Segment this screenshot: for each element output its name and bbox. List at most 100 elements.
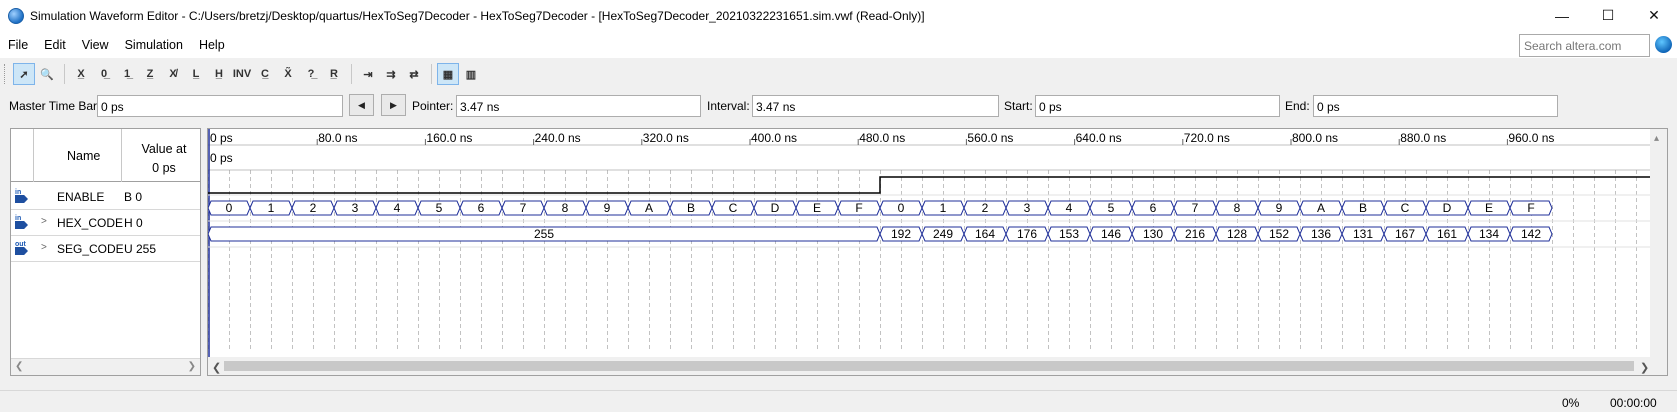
hex-code-value: 8: [1234, 201, 1241, 215]
previous-transition-button[interactable]: ◀: [349, 94, 374, 116]
signal-name[interactable]: HEX_CODE: [57, 216, 123, 230]
pointer-label: Pointer:: [412, 99, 454, 113]
toolbar-grip[interactable]: [4, 64, 7, 84]
value-column-header[interactable]: Value at 0 ps: [133, 140, 195, 178]
hex-code-value: C: [1401, 201, 1410, 215]
hex-code-value: F: [1527, 201, 1534, 215]
maximize-icon[interactable]: ☐: [1585, 0, 1631, 31]
signal-name[interactable]: ENABLE: [57, 190, 104, 204]
menu-file[interactable]: File: [0, 38, 36, 52]
ruler-tick-label: 480.0 ns: [859, 131, 905, 145]
globe-icon[interactable]: [1655, 36, 1672, 53]
force-unknown-icon[interactable]: X̲: [70, 63, 92, 85]
seg-code-value: 255: [534, 227, 554, 241]
arbitrary-value-icon[interactable]: ?̲: [300, 63, 322, 85]
name-column-header[interactable]: Name: [67, 149, 100, 163]
time-bar: Master Time Bar: 0 ps ◀ ▶ Pointer: 3.47 …: [0, 92, 1677, 120]
end-field: 0 ps: [1313, 95, 1558, 117]
hex-code-value: A: [1317, 201, 1325, 215]
pin-direction-badge: out: [15, 241, 26, 248]
hex-code-value: C: [729, 201, 738, 215]
force-low-icon[interactable]: 0̲: [93, 63, 115, 85]
scroll-right-icon[interactable]: ❯: [188, 361, 196, 372]
status-bar: 0% 00:00:00: [0, 390, 1677, 412]
scroll-left-icon: ❮: [212, 362, 221, 374]
force-weak-unknown-icon[interactable]: X̸: [162, 63, 184, 85]
grid-icon[interactable]: ▦: [437, 63, 459, 85]
ruler-tick-label: 640.0 ns: [1076, 131, 1122, 145]
expand-chevron-icon[interactable]: >: [41, 242, 47, 253]
hex-code-value: 1: [268, 201, 275, 215]
title-bar: Simulation Waveform Editor - C:/Users/br…: [0, 0, 1677, 31]
pin-direction-badge: in: [15, 215, 22, 222]
start-field: 0 ps: [1035, 95, 1280, 117]
menu-help[interactable]: Help: [191, 38, 233, 52]
overwrite-clock-icon[interactable]: X̃: [277, 63, 299, 85]
ruler-tick-label: 560.0 ns: [967, 131, 1013, 145]
expand-chevron-icon[interactable]: >: [41, 216, 47, 227]
hex-code-value: D: [1443, 201, 1452, 215]
hex-code-value: 0: [226, 201, 233, 215]
ruler-tick-label: 400.0 ns: [751, 131, 797, 145]
waveform-panel[interactable]: 0 ps 80.0 ns 160.0 ns 240.0 ns 320.0 ns 400.0…: [207, 128, 1668, 376]
stretch-icon[interactable]: ⇄: [403, 63, 425, 85]
force-weak-low-icon[interactable]: L̲: [185, 63, 207, 85]
output-pin-icon: out: [15, 241, 31, 255]
hex-code-value: D: [771, 201, 780, 215]
ruler-tick-label: 160.0 ns: [426, 131, 472, 145]
seg-code-value: 130: [1143, 227, 1163, 241]
ruler-tick-label: 960.0 ns: [1508, 131, 1554, 145]
next-transition-button[interactable]: ▶: [381, 94, 406, 116]
hex-code-value: E: [1485, 201, 1493, 215]
force-high-icon[interactable]: 1̲: [116, 63, 138, 85]
scroll-left-icon[interactable]: ❮: [15, 361, 23, 372]
signal-row[interactable]: out > SEG_CODE U 255: [11, 235, 200, 262]
waveform-canvas[interactable]: 0 ps 80.0 ns 160.0 ns 240.0 ns 320.0 ns 400.0…: [208, 129, 1667, 375]
elapsed-time: 00:00:00: [1610, 396, 1657, 410]
seg-code-value: 216: [1185, 227, 1205, 241]
hex-code-value: 7: [520, 201, 527, 215]
invert-icon[interactable]: INV: [231, 63, 253, 85]
signal-row[interactable]: in > HEX_CODE H 0: [11, 209, 200, 236]
force-high-impedance-icon[interactable]: Z̲: [139, 63, 161, 85]
minimize-icon[interactable]: —: [1539, 0, 1585, 31]
seg-code-value: 128: [1227, 227, 1247, 241]
signal-row[interactable]: in ENABLE B 0: [11, 183, 200, 210]
seg-code-value: 176: [1017, 227, 1037, 241]
signal-list-panel: Name Value at 0 ps in ENABLE B 0 in > HEX_COD…: [10, 128, 201, 376]
hex-code-value: 2: [310, 201, 317, 215]
snap-to-grid-icon[interactable]: ⇥: [357, 63, 379, 85]
force-weak-high-icon[interactable]: H̲: [208, 63, 230, 85]
input-pin-icon: in: [15, 215, 31, 229]
menu-simulation[interactable]: Simulation: [117, 38, 191, 52]
signal-name[interactable]: SEG_CODE: [57, 242, 124, 256]
time-bar-row: [208, 146, 1667, 170]
hex-code-value: A: [645, 201, 653, 215]
menu-edit[interactable]: Edit: [36, 38, 74, 52]
menu-view[interactable]: View: [74, 38, 117, 52]
selection-tool-icon[interactable]: ➚: [13, 63, 35, 85]
signal-list-scrollbar[interactable]: ❮ ❯: [11, 358, 200, 375]
hex-code-value: E: [813, 201, 821, 215]
zoom-tool-icon[interactable]: 🔍: [36, 63, 58, 85]
scroll-up-icon: ▴: [1654, 133, 1659, 144]
seg-code-value: 146: [1101, 227, 1121, 241]
settings-icon[interactable]: ▥: [460, 63, 482, 85]
hex-code-value: 6: [1150, 201, 1157, 215]
hex-code-value: B: [1359, 201, 1367, 215]
column-divider[interactable]: [121, 129, 122, 182]
search-input[interactable]: Search altera.com: [1519, 34, 1650, 57]
master-time-bar-field[interactable]: 0 ps: [97, 95, 343, 117]
seg-code-value: 134: [1479, 227, 1499, 241]
snap-transition-icon[interactable]: ⇉: [380, 63, 402, 85]
scroll-right-icon: ❯: [1640, 362, 1649, 374]
hex-code-value: 2: [982, 201, 989, 215]
random-value-icon[interactable]: R̲: [323, 63, 345, 85]
count-value-icon[interactable]: C̲: [254, 63, 276, 85]
close-icon[interactable]: ✕: [1631, 0, 1677, 31]
hex-code-value: 0: [898, 201, 905, 215]
waveform-vertical-scrollbar: [1650, 129, 1667, 357]
seg-code-value: 192: [891, 227, 911, 241]
window-title: Simulation Waveform Editor - C:/Users/br…: [30, 8, 925, 23]
seg-code-value: 131: [1353, 227, 1373, 241]
